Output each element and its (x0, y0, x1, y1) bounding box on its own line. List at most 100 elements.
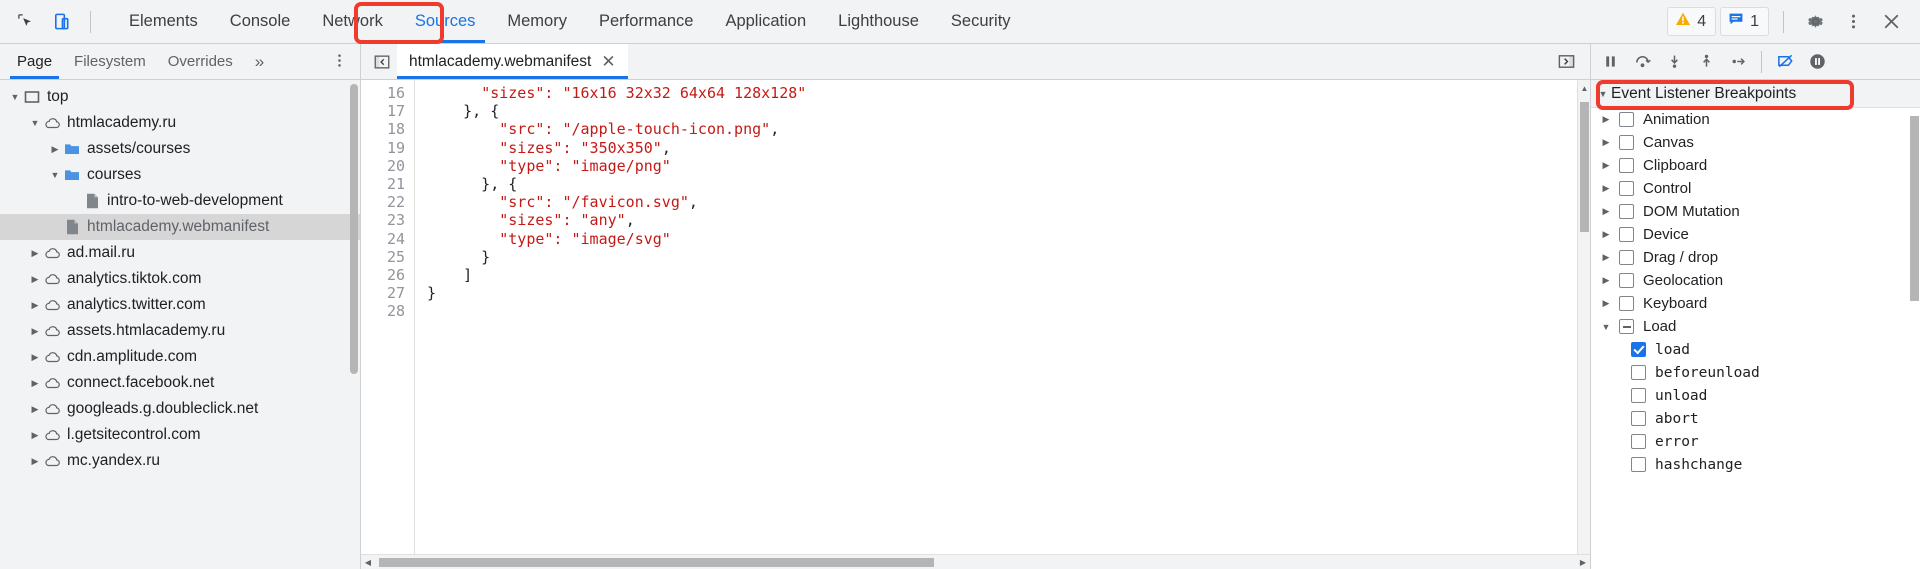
tree-item-analytics-tiktok-com[interactable]: analytics.tiktok.com (0, 266, 360, 292)
breakpoint-row-hashchange[interactable]: hashchange (1591, 453, 1920, 476)
tab-memory[interactable]: Memory (491, 0, 583, 43)
chevron-right-icon[interactable] (1599, 114, 1613, 125)
code-line[interactable] (427, 302, 1590, 320)
checkbox-control[interactable] (1619, 181, 1634, 196)
close-icon[interactable] (1874, 5, 1908, 39)
breakpoint-row-keyboard[interactable]: Keyboard (1591, 292, 1920, 315)
breakpoint-row-canvas[interactable]: Canvas (1591, 131, 1920, 154)
pause-script-button[interactable] (1595, 48, 1625, 76)
tab-sources[interactable]: Sources (399, 0, 492, 43)
navigator-tab-overrides[interactable]: Overrides (157, 44, 244, 79)
code-line[interactable]: } (427, 284, 1590, 302)
code-line[interactable]: "type": "image/svg" (427, 230, 1590, 248)
breakpoint-row-load[interactable]: load (1591, 338, 1920, 361)
code-line[interactable]: }, { (427, 175, 1590, 193)
checkbox-device[interactable] (1619, 227, 1634, 242)
scroll-up-arrow-icon[interactable]: ▲ (1580, 84, 1589, 93)
step-into-button[interactable] (1659, 48, 1689, 76)
breakpoint-row-device[interactable]: Device (1591, 223, 1920, 246)
checkbox-canvas[interactable] (1619, 135, 1634, 150)
breakpoint-row-animation[interactable]: Animation (1591, 108, 1920, 131)
code-line[interactable]: "src": "/apple-touch-icon.png", (427, 120, 1590, 138)
breakpoint-row-clipboard[interactable]: Clipboard (1591, 154, 1920, 177)
tree-item-htmlacademy-ru[interactable]: htmlacademy.ru (0, 110, 360, 136)
checkbox-abort[interactable] (1631, 411, 1646, 426)
breakpoint-row-unload[interactable]: unload (1591, 384, 1920, 407)
tab-performance[interactable]: Performance (583, 0, 709, 43)
code-line[interactable]: "type": "image/png" (427, 157, 1590, 175)
file-navigator[interactable]: tophtmlacademy.ruassets/coursescoursesin… (0, 80, 360, 569)
chevron-down-icon[interactable] (8, 92, 22, 102)
chevron-right-icon[interactable] (1599, 160, 1613, 171)
code-line[interactable]: "sizes": "16x16 32x32 64x64 128x128" (427, 84, 1590, 102)
debugger-sidebar-scrollbar[interactable] (1910, 116, 1919, 301)
chevron-right-icon[interactable] (48, 144, 62, 155)
chevron-down-icon[interactable] (48, 170, 62, 180)
code-line[interactable]: "sizes": "any", (427, 211, 1590, 229)
checkbox-unload[interactable] (1631, 388, 1646, 403)
collapse-navigator-icon[interactable] (367, 53, 397, 71)
chevron-right-icon[interactable] (28, 404, 42, 415)
tab-console[interactable]: Console (214, 0, 307, 43)
code-line[interactable]: ] (427, 266, 1590, 284)
checkbox-dom-mutation[interactable] (1619, 204, 1634, 219)
tree-item-intro-to-web-development[interactable]: intro-to-web-development (0, 188, 360, 214)
chevron-right-icon[interactable] (28, 274, 42, 285)
code-line[interactable]: "src": "/favicon.svg", (427, 193, 1590, 211)
chevron-right-icon[interactable] (28, 300, 42, 311)
show-debugger-sidebar-icon[interactable] (1557, 52, 1584, 71)
tree-item-assets-htmlacademy-ru[interactable]: assets.htmlacademy.ru (0, 318, 360, 344)
inspect-cursor-icon[interactable] (8, 5, 42, 39)
navigator-more-tabs-button[interactable]: » (244, 44, 275, 79)
chevron-right-icon[interactable] (28, 326, 42, 337)
tree-item-mc-yandex-ru[interactable]: mc.yandex.ru (0, 448, 360, 474)
pause-on-exceptions-button[interactable] (1802, 48, 1832, 76)
tab-lighthouse[interactable]: Lighthouse (822, 0, 935, 43)
code-view[interactable]: 16171819202122232425262728 "sizes": "16x… (361, 80, 1590, 554)
chevron-down-icon[interactable] (28, 118, 42, 128)
checkbox-geolocation[interactable] (1619, 273, 1634, 288)
chevron-right-icon[interactable] (1599, 183, 1613, 194)
chevron-right-icon[interactable] (28, 456, 42, 467)
event-listener-breakpoints-header[interactable]: ▼ Event Listener Breakpoints (1591, 80, 1920, 108)
tree-item-connect-facebook-net[interactable]: connect.facebook.net (0, 370, 360, 396)
tree-item-l-getsitecontrol-com[interactable]: l.getsitecontrol.com (0, 422, 360, 448)
file-tab-htmlacademy-webmanifest[interactable]: htmlacademy.webmanifest ✕ (397, 44, 628, 79)
chevron-right-icon[interactable] (28, 248, 42, 259)
code-line[interactable]: } (427, 248, 1590, 266)
navigator-more-options-icon[interactable] (331, 52, 354, 72)
chevron-right-icon[interactable] (1599, 275, 1613, 286)
chevron-down-icon[interactable] (1599, 322, 1613, 332)
deactivate-breakpoints-button[interactable] (1770, 48, 1800, 76)
checkbox-beforeunload[interactable] (1631, 365, 1646, 380)
source-code[interactable]: "sizes": "16x16 32x32 64x64 128x128" }, … (415, 80, 1590, 554)
step-out-button[interactable] (1691, 48, 1721, 76)
code-line[interactable]: "sizes": "350x350", (427, 139, 1590, 157)
navigator-tab-page[interactable]: Page (6, 44, 63, 79)
message-badge[interactable]: 1 (1720, 7, 1769, 36)
chevron-right-icon[interactable] (1599, 229, 1613, 240)
chevron-right-icon[interactable] (1599, 206, 1613, 217)
gear-icon[interactable] (1798, 5, 1832, 39)
tab-security[interactable]: Security (935, 0, 1027, 43)
editor-vertical-scrollbar[interactable]: ▲ (1577, 80, 1590, 554)
navigator-scrollbar[interactable] (350, 84, 358, 374)
checkbox-animation[interactable] (1619, 112, 1634, 127)
chevron-right-icon[interactable] (28, 430, 42, 441)
breakpoint-row-beforeunload[interactable]: beforeunload (1591, 361, 1920, 384)
step-over-button[interactable] (1627, 48, 1657, 76)
checkbox-clipboard[interactable] (1619, 158, 1634, 173)
tab-elements[interactable]: Elements (113, 0, 214, 43)
breakpoint-row-dom-mutation[interactable]: DOM Mutation (1591, 200, 1920, 223)
checkbox-error[interactable] (1631, 434, 1646, 449)
kebab-menu-icon[interactable] (1836, 5, 1870, 39)
checkbox-load[interactable] (1619, 319, 1634, 334)
tab-network[interactable]: Network (306, 0, 399, 43)
chevron-right-icon[interactable] (1599, 252, 1613, 263)
scroll-left-arrow-icon[interactable]: ◀ (361, 558, 375, 567)
close-tab-icon[interactable]: ✕ (601, 53, 615, 70)
tree-item-htmlacademy-webmanifest[interactable]: htmlacademy.webmanifest (0, 214, 360, 240)
horizontal-scroll-thumb[interactable] (379, 558, 934, 567)
tree-item-ad-mail-ru[interactable]: ad.mail.ru (0, 240, 360, 266)
tree-item-analytics-twitter-com[interactable]: analytics.twitter.com (0, 292, 360, 318)
